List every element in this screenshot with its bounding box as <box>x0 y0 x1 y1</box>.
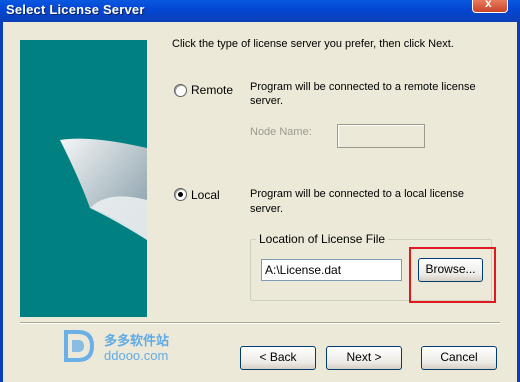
local-radio-label[interactable]: Local <box>191 188 220 202</box>
license-file-group-label: Location of License File <box>256 232 389 246</box>
window-title: Select License Server <box>6 2 145 17</box>
remote-radio-label[interactable]: Remote <box>191 83 233 97</box>
wizard-side-image <box>20 40 147 317</box>
paper-curl-graphic <box>60 138 147 240</box>
footer-separator <box>20 322 500 324</box>
close-icon: x <box>485 0 492 10</box>
local-radio[interactable] <box>174 188 187 201</box>
next-button[interactable]: Next > <box>326 346 402 370</box>
cancel-button[interactable]: Cancel <box>421 346 497 370</box>
window-frame-left <box>0 22 3 382</box>
remote-radio[interactable] <box>174 84 187 97</box>
node-name-label: Node Name: <box>250 126 312 138</box>
license-path-input[interactable]: A:\License.dat <box>261 259 402 281</box>
title-bar: Select License Server x <box>0 0 520 22</box>
watermark-site-name: 多多软件站 <box>104 333 170 348</box>
local-description-line1: Program will be connected to a local lic… <box>250 188 465 200</box>
intro-text: Click the type of license server you pre… <box>172 38 454 50</box>
back-button[interactable]: < Back <box>240 346 316 370</box>
close-button[interactable]: x <box>472 0 508 13</box>
local-description-line2: server. <box>250 203 284 215</box>
highlight-box <box>409 247 496 303</box>
watermark-site-url: ddooo.com <box>104 348 169 363</box>
remote-description-line1: Program will be connected to a remote li… <box>250 81 476 93</box>
watermark-logo-icon <box>64 330 95 362</box>
remote-description-line2: server. <box>250 95 284 107</box>
node-name-field[interactable] <box>337 124 425 148</box>
